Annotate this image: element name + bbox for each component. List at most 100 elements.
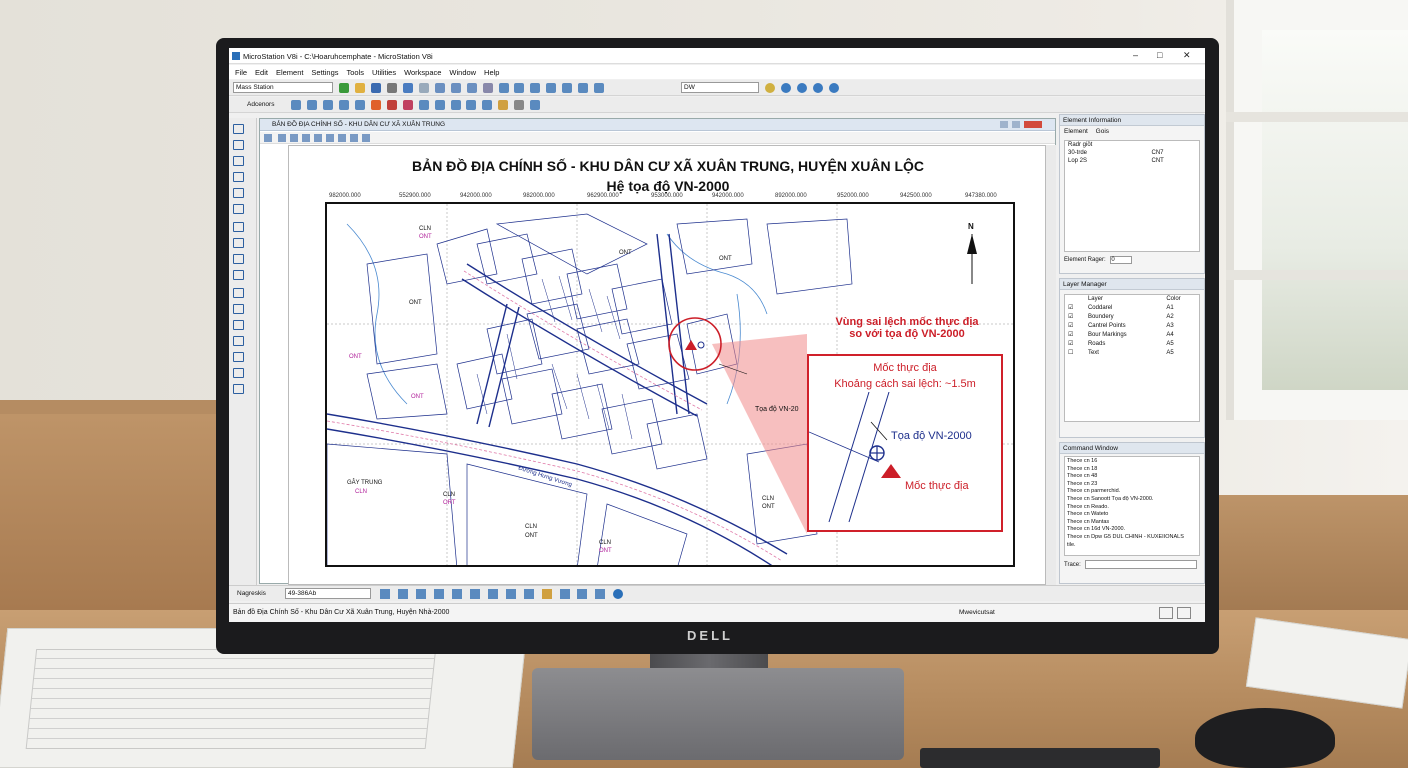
fence-icon[interactable] [233, 140, 244, 150]
cut-icon[interactable] [434, 83, 445, 93]
text-icon[interactable] [498, 100, 509, 110]
bottom-combo[interactable]: 49-386Ab [285, 588, 371, 599]
window-area-icon[interactable] [530, 83, 541, 93]
checkbox[interactable]: ☑ [1065, 330, 1085, 339]
fit-icon[interactable] [233, 204, 244, 214]
trim-icon[interactable] [233, 336, 244, 346]
print-icon[interactable] [577, 589, 588, 599]
pen-icon[interactable] [523, 589, 534, 599]
status-indicator-icon[interactable] [1177, 607, 1191, 619]
zoom-out-icon[interactable] [562, 83, 573, 93]
menu-settings[interactable]: Settings [311, 68, 338, 77]
redo-icon[interactable] [418, 83, 429, 93]
menu-help[interactable]: Help [484, 68, 499, 77]
zoom-in-icon[interactable] [278, 134, 286, 142]
pan-view-icon[interactable] [338, 134, 346, 142]
checkbox[interactable]: ☑ [1065, 321, 1085, 330]
rotate-element-icon[interactable] [233, 270, 244, 280]
measure-icon[interactable] [482, 100, 493, 110]
fit-view-icon[interactable] [314, 134, 322, 142]
view-minimize-icon[interactable] [1000, 121, 1008, 128]
menu-edit[interactable]: Edit [255, 68, 268, 77]
view-combo[interactable]: DW [681, 82, 759, 93]
rectangle-icon[interactable] [233, 320, 244, 330]
menu-workspace[interactable]: Workspace [404, 68, 441, 77]
drawing-canvas[interactable]: BẢN ĐỒ ĐỊA CHÍNH SỐ - KHU DÂN CƯ XÃ XUÂN… [288, 145, 1046, 585]
layer-row[interactable]: ☑ Roads A5 [1065, 339, 1199, 348]
layer-icon[interactable] [530, 100, 541, 110]
table-icon[interactable] [466, 100, 477, 110]
menu-window[interactable]: Window [449, 68, 476, 77]
view-vertical-scrollbar[interactable] [1046, 145, 1056, 585]
checkbox[interactable]: ☐ [1065, 348, 1085, 357]
snap-icon[interactable] [380, 589, 390, 599]
element-manager-field[interactable]: 0 [1110, 256, 1133, 264]
text-icon[interactable] [469, 589, 480, 599]
view-restore-icon[interactable] [1012, 121, 1020, 128]
cell-icon[interactable] [233, 368, 244, 378]
help-icon[interactable] [812, 83, 823, 93]
folder-icon[interactable] [541, 589, 552, 599]
polyline-icon[interactable] [306, 100, 317, 110]
save-icon[interactable] [370, 83, 381, 93]
status-indicator-icon[interactable] [1159, 607, 1173, 619]
modify-icon[interactable] [233, 222, 244, 232]
view-icon[interactable] [498, 83, 509, 93]
undo-icon[interactable] [402, 83, 413, 93]
table-icon[interactable] [505, 589, 516, 599]
rectangle-icon[interactable] [233, 304, 244, 314]
fill-icon[interactable] [386, 100, 397, 110]
text-edit-icon[interactable] [233, 384, 244, 394]
align-icon[interactable] [487, 589, 498, 599]
move-element-icon[interactable] [233, 254, 244, 264]
fit-view-icon[interactable] [514, 83, 525, 93]
command-input[interactable] [1085, 560, 1198, 569]
menu-tools[interactable]: Tools [346, 68, 364, 77]
measure-icon[interactable] [451, 589, 462, 599]
view-close-icon[interactable] [1024, 121, 1042, 128]
minimize-icon[interactable]: – [1133, 50, 1138, 60]
zoom-out-icon[interactable] [290, 134, 298, 142]
line-icon[interactable] [291, 100, 301, 110]
view-attributes-icon[interactable] [264, 134, 272, 142]
view-next-icon[interactable] [362, 134, 370, 142]
globe-icon[interactable] [796, 83, 807, 93]
circle-icon[interactable] [354, 100, 365, 110]
snap-icon[interactable] [765, 83, 775, 93]
select-icon[interactable] [233, 124, 244, 134]
copy-icon[interactable] [450, 83, 461, 93]
zoom-icon[interactable] [233, 188, 244, 198]
checkbox[interactable]: ☑ [1065, 303, 1085, 312]
pan-icon[interactable] [578, 83, 589, 93]
layer-row[interactable]: ☑ Cantrel Points A3 [1065, 321, 1199, 330]
rotate-view-icon[interactable] [326, 134, 334, 142]
globe-icon[interactable] [780, 83, 791, 93]
measure-icon[interactable] [233, 172, 244, 182]
line-icon[interactable] [233, 288, 244, 298]
tab-element[interactable]: Element [1064, 128, 1088, 135]
shape-icon[interactable] [370, 100, 381, 110]
print-icon[interactable] [386, 83, 397, 93]
settings-icon[interactable] [482, 83, 493, 93]
new-icon[interactable] [339, 83, 349, 93]
place-line-icon[interactable] [233, 156, 244, 166]
settings-icon[interactable] [595, 589, 606, 599]
image-icon[interactable] [559, 589, 570, 599]
paste-icon[interactable] [466, 83, 477, 93]
info-icon[interactable] [828, 83, 839, 93]
rotate-icon[interactable] [594, 83, 605, 93]
checkbox[interactable]: ☑ [1065, 339, 1085, 348]
view-previous-icon[interactable] [350, 134, 358, 142]
line-icon[interactable] [415, 589, 426, 599]
extend-icon[interactable] [233, 352, 244, 362]
menu-utilities[interactable]: Utilities [372, 68, 396, 77]
level-combo[interactable]: Mass Station [233, 82, 333, 93]
zoom-icon[interactable] [433, 589, 444, 599]
tab-gois[interactable]: Gois [1096, 128, 1109, 135]
layer-row[interactable]: ☑ Coddarel A1 [1065, 303, 1199, 312]
help-icon[interactable] [613, 589, 624, 599]
maximize-icon[interactable]: □ [1157, 50, 1162, 60]
checkbox[interactable]: ☑ [1065, 312, 1085, 321]
layer-row[interactable]: ☑ Boundery A2 [1065, 312, 1199, 321]
grid-icon[interactable] [397, 589, 408, 599]
